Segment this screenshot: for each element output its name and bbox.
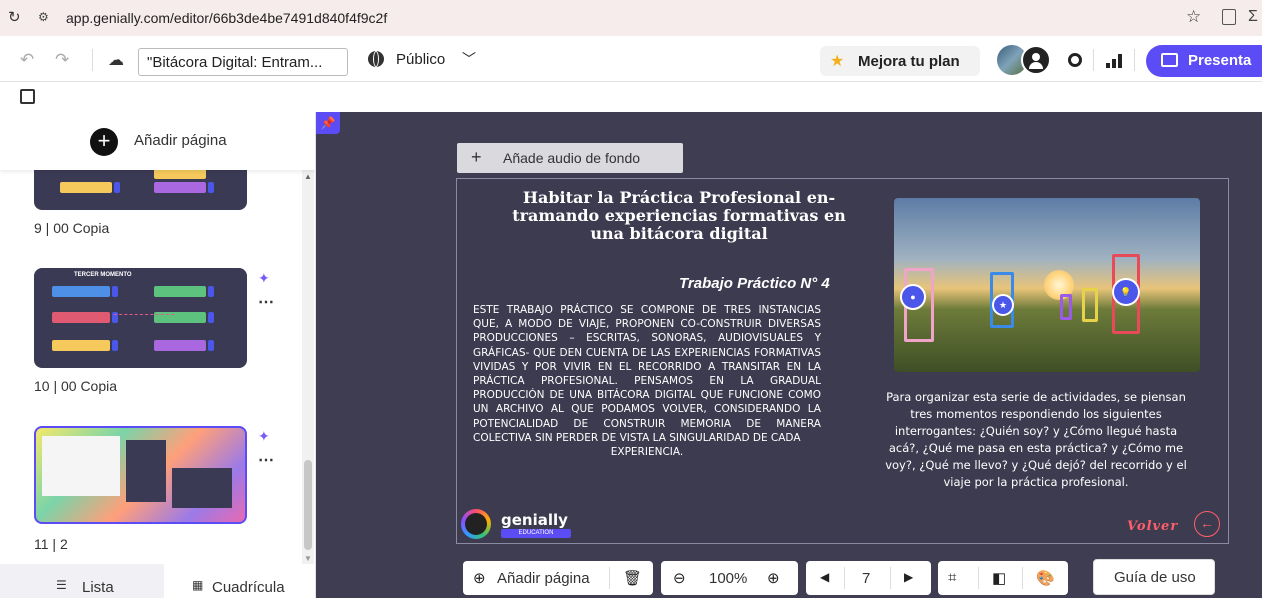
bookmark-star-icon[interactable]: ☆ xyxy=(1186,7,1201,27)
present-button[interactable]: Presenta xyxy=(1146,45,1262,77)
extension-icon[interactable]: Σ xyxy=(1248,8,1258,26)
cloud-saved-icon: ☁ xyxy=(108,52,124,69)
genially-logo-icon xyxy=(461,509,491,539)
previous-page-icon[interactable]: ◀ xyxy=(820,570,829,584)
checklist-icon[interactable] xyxy=(20,89,35,104)
url-text[interactable]: app.genially.com/editor/66b3de4be7491d84… xyxy=(66,10,387,26)
reload-icon[interactable]: ↻ xyxy=(8,8,21,26)
plus-circle-icon[interactable]: ⊕ xyxy=(473,569,486,587)
hotspot-bulb-icon[interactable]: 💡 xyxy=(1112,278,1140,306)
genially-logo: genially EDUCATION xyxy=(461,509,571,539)
globe-icon[interactable] xyxy=(368,51,384,67)
add-audio-label: Añade audio de fondo xyxy=(503,150,641,166)
more-options-icon[interactable]: ⋯ xyxy=(258,292,275,312)
slide-subtitle[interactable]: Trabajo Práctico N° 4 xyxy=(679,275,830,292)
plus-icon: + xyxy=(90,128,118,156)
zoom-group: ⊖ 100% ⊕ xyxy=(661,561,798,595)
add-collaborator-icon[interactable] xyxy=(1021,45,1051,75)
add-page-button[interactable]: + Añadir página xyxy=(0,112,315,170)
document-title-field[interactable]: "Bitácora Digital: Entram... xyxy=(138,48,348,76)
view-toggle: ☰ Lista ▦ Cuadrícula xyxy=(0,564,315,598)
page-number[interactable]: 7 xyxy=(862,570,870,587)
magic-wand-icon[interactable]: ✦ xyxy=(258,428,270,445)
add-page-label: Añadir página xyxy=(134,132,227,149)
zoom-in-icon[interactable]: ⊕ xyxy=(767,569,780,587)
divider xyxy=(1134,49,1135,71)
view-tools-group: ⌗ ◧ 🎨 xyxy=(938,561,1068,595)
visibility-label[interactable]: Público xyxy=(396,51,445,68)
page-label[interactable]: 11 | 2 xyxy=(34,536,68,552)
layers-icon[interactable]: ◧ xyxy=(992,569,1006,587)
palette-icon[interactable]: 🎨 xyxy=(1036,569,1055,587)
more-options-icon[interactable]: ⋯ xyxy=(258,450,275,470)
tab-grid-view[interactable]: ▦ Cuadrícula xyxy=(164,564,315,598)
divider xyxy=(1093,49,1094,71)
magic-wand-icon[interactable]: ✦ xyxy=(258,270,270,287)
sub-toolbar xyxy=(0,82,1262,112)
site-info-icon[interactable]: ⚙ xyxy=(38,10,56,26)
logo-text: genially xyxy=(501,511,568,529)
fit-screen-icon[interactable]: ⌗ xyxy=(948,569,956,586)
grid-icon: ▦ xyxy=(192,578,204,592)
grid-view-label: Cuadrícula xyxy=(212,579,285,596)
add-background-audio-button[interactable]: + Añade audio de fondo xyxy=(457,143,683,173)
scroll-up-icon[interactable]: ▲ xyxy=(304,172,312,181)
slide-body-last: EXPERIENCIA. xyxy=(610,446,684,459)
divider xyxy=(92,49,93,71)
page-label[interactable]: 10 | 00 Copia xyxy=(34,378,117,394)
next-page-icon[interactable]: ▶ xyxy=(904,570,913,584)
presentation-icon xyxy=(1161,53,1178,67)
page-thumbnail-10[interactable]: TERCER MOMENTO xyxy=(34,268,247,368)
collaborators[interactable] xyxy=(997,45,1057,75)
scrollbar-thumb[interactable] xyxy=(304,460,312,550)
slide-title[interactable]: Habitar la Práctica Profesional en-trama… xyxy=(497,189,861,243)
slide-side-text[interactable]: Para organizar esta serie de actividades… xyxy=(881,389,1191,491)
doors-landscape-image[interactable]: ● ★ 💡 xyxy=(894,198,1200,372)
chevron-down-icon[interactable]: ﹀ xyxy=(462,49,476,69)
reading-list-icon[interactable] xyxy=(1222,9,1236,25)
upgrade-plan-button[interactable]: ★ Mejora tu plan xyxy=(820,46,980,76)
user-guide-label: Guía de uso xyxy=(1114,569,1196,586)
trash-icon[interactable]: 🗑 xyxy=(623,569,642,587)
logo-subtext: EDUCATION xyxy=(501,529,571,538)
hotspot-star-icon[interactable]: ★ xyxy=(992,294,1014,316)
page-label[interactable]: 9 | 00 Copia xyxy=(34,220,109,236)
preview-eye-icon[interactable] xyxy=(1068,53,1082,67)
redo-icon[interactable]: ↷ xyxy=(55,50,69,70)
zoom-out-icon[interactable]: ⊖ xyxy=(673,569,686,587)
slide-body-text[interactable]: ESTE TRABAJO PRÁCTICO SE COMPONE DE TRES… xyxy=(473,303,821,459)
editor-toolbar: ↶ ↷ ☁ "Bitácora Digital: Entram... Públi… xyxy=(0,36,1262,82)
page-navigation-group: ◀ 7 ▶ xyxy=(806,561,931,595)
user-guide-button[interactable]: Guía de uso xyxy=(1093,559,1215,595)
list-icon: ☰ xyxy=(56,578,67,592)
sidebar-scrollbar[interactable]: ▲ ▼ xyxy=(302,170,314,570)
statistics-icon[interactable] xyxy=(1106,54,1124,68)
editor-canvas[interactable]: 📌 + Añade audio de fondo Habitar la Prác… xyxy=(316,112,1262,598)
pin-icon[interactable]: 📌 xyxy=(316,112,340,134)
bottom-add-page-group: ⊕ Añadir página 🗑 xyxy=(463,561,653,595)
scroll-down-icon[interactable]: ▼ xyxy=(304,554,312,563)
star-icon: ★ xyxy=(830,53,845,70)
undo-icon[interactable]: ↶ xyxy=(20,50,34,70)
back-arrow-icon[interactable]: ← xyxy=(1194,511,1220,537)
slide[interactable]: Habitar la Práctica Profesional en-trama… xyxy=(456,178,1229,544)
zoom-level[interactable]: 100% xyxy=(709,570,747,587)
thumb-moment-text: TERCER MOMENTO xyxy=(74,272,132,278)
present-label: Presenta xyxy=(1188,52,1252,69)
hotspot-dot-icon[interactable]: ● xyxy=(900,284,926,310)
list-view-label: Lista xyxy=(82,579,114,596)
tab-list-view[interactable]: ☰ Lista xyxy=(0,564,164,598)
upgrade-plan-label: Mejora tu plan xyxy=(858,53,960,70)
slide-body: ESTE TRABAJO PRÁCTICO SE COMPONE DE TRES… xyxy=(473,304,821,444)
pages-sidebar: + Añadir página 9 | 00 Copia TERCER MOME… xyxy=(0,112,316,598)
plus-icon: + xyxy=(471,147,482,167)
volver-label[interactable]: Volver xyxy=(1127,519,1178,534)
page-thumbnail-11[interactable] xyxy=(34,426,247,524)
bottom-add-page-button[interactable]: Añadir página xyxy=(497,570,590,587)
browser-address-bar: ↻ ⚙ app.genially.com/editor/66b3de4be749… xyxy=(0,0,1262,36)
